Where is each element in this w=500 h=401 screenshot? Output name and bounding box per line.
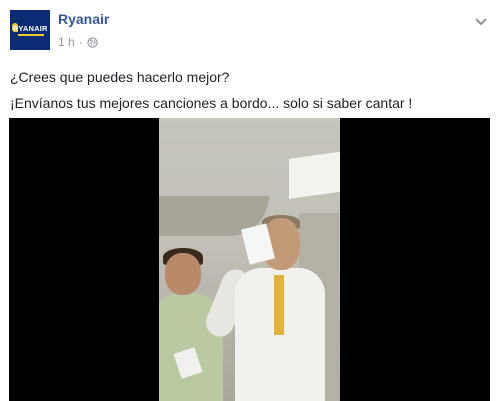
video-frame (159, 118, 340, 401)
logo-underline (18, 34, 44, 36)
crew-tie (274, 275, 284, 335)
post-meta: 1 h · (58, 35, 98, 49)
avatar[interactable]: RYANAIR (10, 10, 50, 50)
cabin-ceiling-light (289, 149, 340, 199)
avatar-logo-text: RYANAIR (13, 24, 48, 33)
post-header: RYANAIR Ryanair 1 h · (0, 0, 500, 60)
post-text-line-1: ¿Crees que puedes hacerlo mejor? (10, 69, 230, 85)
post-text-line-2: ¡Envíanos tus mejores canciones a bordo.… (10, 95, 413, 111)
passenger-head (165, 253, 201, 295)
meta-separator: · (78, 35, 83, 49)
timestamp-link[interactable]: 1 h (58, 35, 75, 49)
video-player[interactable] (9, 118, 490, 401)
facebook-post: RYANAIR Ryanair 1 h · ¿Crees que puedes … (0, 0, 500, 401)
globe-icon[interactable] (87, 36, 98, 48)
chevron-down-icon[interactable] (474, 14, 488, 26)
post-text: ¿Crees que puedes hacerlo mejor? ¡Envían… (10, 64, 490, 116)
page-name-link[interactable]: Ryanair (58, 11, 109, 27)
